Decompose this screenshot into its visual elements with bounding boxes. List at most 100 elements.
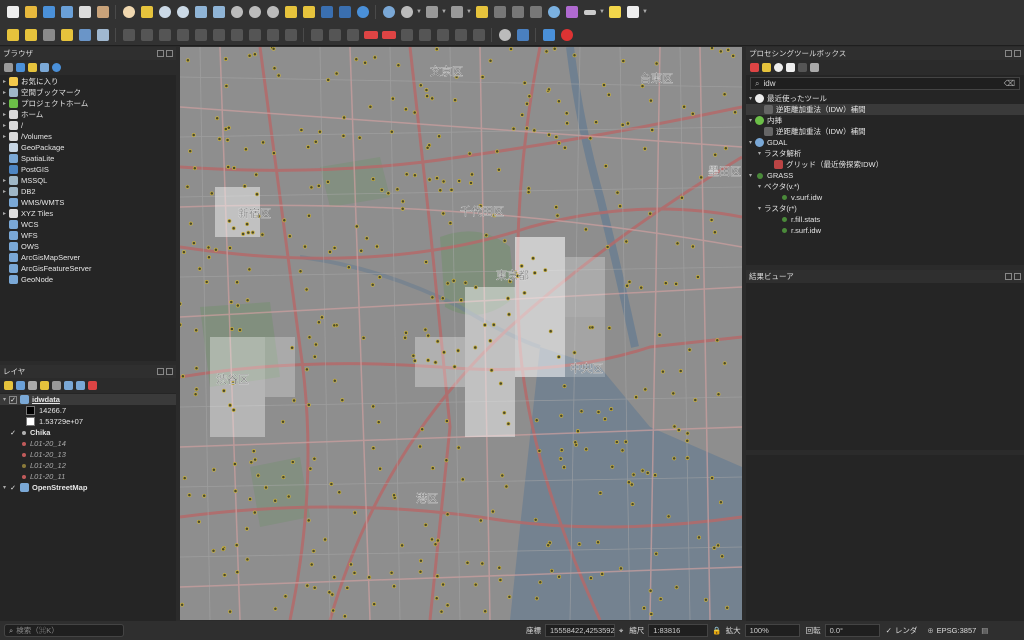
locator-search-input[interactable]: ⌕ 検索（⌘K） xyxy=(4,624,124,637)
browser-item[interactable]: GeoNode xyxy=(0,274,176,285)
messages-icon[interactable]: ▤ xyxy=(981,626,988,635)
browser-item[interactable]: GeoPackage xyxy=(0,142,176,153)
rotation-field[interactable]: 0.0° xyxy=(824,624,880,637)
layer-visibility-checkbox[interactable] xyxy=(9,473,17,481)
history-icon[interactable] xyxy=(774,63,783,72)
map-canvas[interactable]: 文京区 台東区 新宿区 千代田区 墨田区 東京都 渋谷区 中央区 港区 xyxy=(180,47,742,620)
filter-icon[interactable] xyxy=(28,63,37,72)
layer-visibility-checkbox[interactable] xyxy=(9,451,17,459)
pan-to-selection-icon[interactable] xyxy=(138,4,155,21)
group-grass-vector[interactable]: ▾ ベクタ(v.*) xyxy=(746,181,1024,192)
expand-arrow-icon[interactable]: ▸ xyxy=(0,100,9,107)
tool-idw-recent[interactable]: 逆距離加重法（IDW）補間 xyxy=(746,104,1024,115)
collapse-all-icon[interactable] xyxy=(76,381,85,390)
qgis2web-icon[interactable] xyxy=(558,26,575,43)
save-project-icon[interactable] xyxy=(40,4,57,21)
layer-visibility-checkbox[interactable]: ✓ xyxy=(9,484,17,492)
float-icon[interactable] xyxy=(1005,50,1012,57)
clear-search-icon[interactable]: ⌫ xyxy=(1004,79,1015,88)
browser-item[interactable]: ▸ お気に入り xyxy=(0,76,176,87)
zoom-full-icon[interactable] xyxy=(210,4,227,21)
float-icon[interactable] xyxy=(157,50,164,57)
layer-L01-20_11[interactable]: L01-20_11 xyxy=(0,471,176,482)
new-project-icon[interactable] xyxy=(4,4,21,21)
group-gdal[interactable]: ▾ GDAL xyxy=(746,137,1024,148)
filter-expression-icon[interactable] xyxy=(52,381,61,390)
left-splitter[interactable] xyxy=(176,47,180,621)
lock-icon[interactable]: 🔒 xyxy=(712,626,721,635)
tool-r-fill-stats[interactable]: r.fill.stats xyxy=(746,214,1024,225)
browser-item[interactable]: ▸ XYZ Tiles xyxy=(0,208,176,219)
group-grass[interactable]: ▾ GRASS xyxy=(746,170,1024,181)
browser-item[interactable]: ▸ プロジェクトホーム xyxy=(0,98,176,109)
browser-item[interactable]: SpatiaLite xyxy=(0,153,176,164)
zoom-native-icon[interactable] xyxy=(264,4,281,21)
expand-arrow-icon[interactable]: ▸ xyxy=(0,111,9,118)
style-manager-icon[interactable] xyxy=(94,4,111,21)
layer-chika[interactable]: ✓ Chika xyxy=(0,427,176,438)
browser-item[interactable]: ▸ ホーム xyxy=(0,109,176,120)
info-icon[interactable] xyxy=(52,63,61,72)
wrench-icon[interactable] xyxy=(810,63,819,72)
help-icon[interactable] xyxy=(540,26,557,43)
remove-layer-icon[interactable] xyxy=(88,381,97,390)
zoom-layer-icon[interactable] xyxy=(246,4,263,21)
style-icon[interactable] xyxy=(4,381,13,390)
scale-field[interactable]: 1:83816 xyxy=(648,624,709,637)
current-edits-icon[interactable] xyxy=(4,26,21,43)
show-bookmarks-icon[interactable] xyxy=(336,4,353,21)
label-highlight-icon[interactable] xyxy=(362,26,379,43)
action-icon[interactable] xyxy=(398,4,415,21)
print-layout-icon[interactable] xyxy=(76,4,93,21)
browser-item[interactable]: ▸ MSSQL xyxy=(0,175,176,186)
map-tips-icon[interactable] xyxy=(606,4,623,21)
add-point-icon[interactable] xyxy=(58,26,75,43)
collapse-all-icon[interactable] xyxy=(40,63,49,72)
select-by-value-icon[interactable] xyxy=(448,4,465,21)
field-calculator-icon[interactable] xyxy=(509,4,526,21)
select-features-icon[interactable] xyxy=(423,4,440,21)
toggle-editing-icon[interactable] xyxy=(22,26,39,43)
layer-visibility-checkbox[interactable]: ✓ xyxy=(9,429,17,437)
layer-L01-20_14[interactable]: L01-20_14 xyxy=(0,438,176,449)
browser-item[interactable]: PostGIS xyxy=(0,164,176,175)
text-annotation-icon[interactable] xyxy=(624,4,641,21)
render-checkbox[interactable]: ✓ xyxy=(886,626,892,635)
identify-icon[interactable] xyxy=(380,4,397,21)
expand-arrow-icon[interactable]: ▸ xyxy=(0,210,9,217)
layer-visibility-checkbox[interactable]: ✓ xyxy=(9,395,17,404)
zoom-next-icon[interactable] xyxy=(300,4,317,21)
new-bookmark-icon[interactable] xyxy=(318,4,335,21)
close-icon[interactable] xyxy=(166,50,173,57)
save-edits-icon[interactable] xyxy=(40,26,57,43)
scripts-icon[interactable] xyxy=(762,63,771,72)
expand-arrow-icon[interactable]: ▸ xyxy=(0,122,9,129)
filter-legend-icon[interactable] xyxy=(40,381,49,390)
add-layer-icon[interactable] xyxy=(4,63,13,72)
expand-arrow-icon[interactable]: ▸ xyxy=(0,133,9,140)
tool-v-surf-idw[interactable]: v.surf.idw xyxy=(746,192,1024,203)
processing-search-input[interactable]: ⌕ idw ⌫ xyxy=(750,77,1020,90)
group-native[interactable]: ▾ 内挿 xyxy=(746,115,1024,126)
close-icon[interactable] xyxy=(166,368,173,375)
browser-item[interactable]: ▸ 空間ブックマーク xyxy=(0,87,176,98)
browser-item[interactable]: OWS xyxy=(0,241,176,252)
browser-item[interactable]: WFS xyxy=(0,230,176,241)
zoom-rubberband-icon[interactable] xyxy=(192,4,209,21)
open-project-icon[interactable] xyxy=(22,4,39,21)
layer-idwdata[interactable]: ▾ ✓ idwdata xyxy=(0,394,176,405)
expand-arrow-icon[interactable]: ▸ xyxy=(0,177,9,184)
layer-L01-20_12[interactable]: L01-20_12 xyxy=(0,460,176,471)
tool-r-surf-idw[interactable]: r.surf.idw xyxy=(746,225,1024,236)
browser-item[interactable]: ▸ / xyxy=(0,120,176,131)
label-toggle-icon[interactable] xyxy=(380,26,397,43)
crs-icon[interactable]: ⊕ xyxy=(927,626,933,635)
layer-L01-20_13[interactable]: L01-20_13 xyxy=(0,449,176,460)
group-gdal-raster[interactable]: ▾ ラスタ解析 xyxy=(746,148,1024,159)
float-icon[interactable] xyxy=(1005,273,1012,280)
layer-visibility-checkbox[interactable] xyxy=(9,440,17,448)
tool-idw-native[interactable]: 逆距離加重法（IDW）補間 xyxy=(746,126,1024,137)
browser-item[interactable]: ArcGisFeatureServer xyxy=(0,263,176,274)
add-group-icon[interactable] xyxy=(16,381,25,390)
pan-icon[interactable] xyxy=(120,4,137,21)
